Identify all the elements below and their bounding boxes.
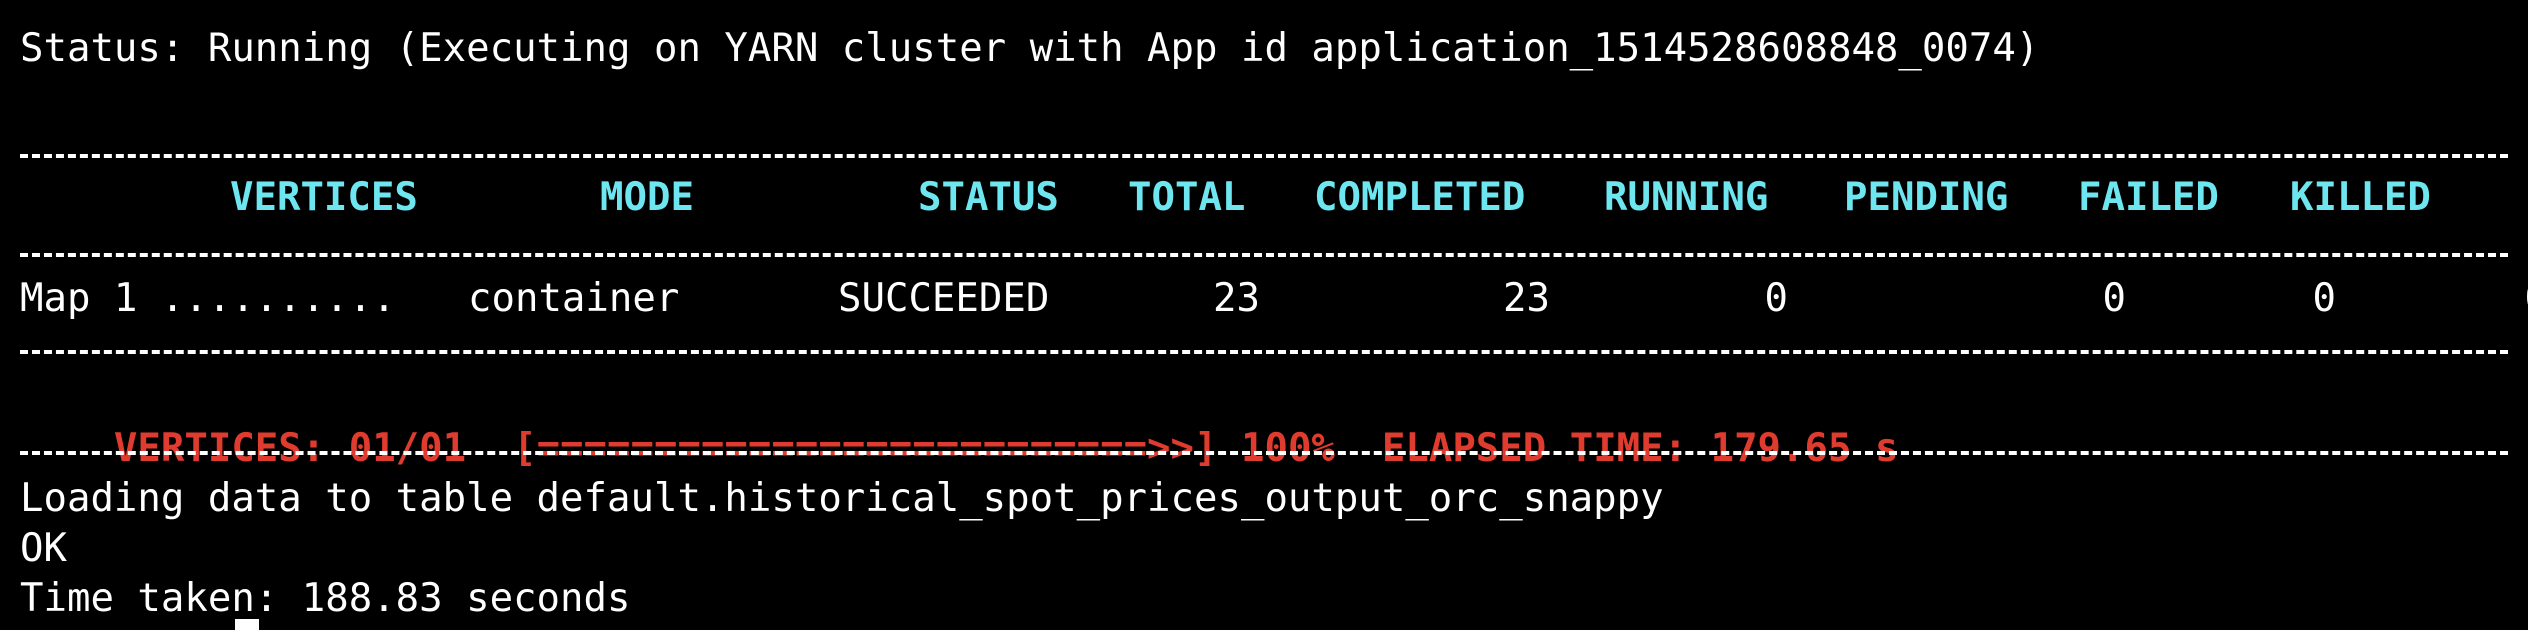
column-header-killed: KILLED <box>2290 175 2431 220</box>
column-header-total: TOTAL <box>1128 175 1246 220</box>
separator-data <box>20 350 2508 354</box>
progress-bar: [==========================>>] <box>513 426 1218 471</box>
output-line-loading: Loading data to table default.historical… <box>20 476 1664 521</box>
cell-running: 0 <box>1764 276 1788 321</box>
status-line: Status: Running (Executing on YARN clust… <box>20 26 2040 71</box>
column-header-vertices: VERTICES <box>230 175 418 220</box>
separator-header <box>20 253 2508 257</box>
cell-vertex: Map 1 .......... <box>20 276 396 321</box>
elapsed-time: ELAPSED TIME: 179.65 s <box>1381 426 1899 471</box>
table-header: VERTICES MODE STATUS TOTAL COMPLETED RUN… <box>0 173 2528 223</box>
cell-total: 23 <box>1213 276 1260 321</box>
separator-top <box>20 154 2508 158</box>
column-header-mode: MODE <box>600 175 694 220</box>
table-row: Map 1 .......... container SUCCEEDED 23 … <box>0 274 2528 324</box>
column-header-pending: PENDING <box>1844 175 2009 220</box>
cell-pending: 0 <box>2102 276 2126 321</box>
output-line-ok: OK <box>20 526 67 571</box>
output-line-time: Time taken: 188.83 seconds <box>20 576 631 621</box>
cell-completed: 23 <box>1503 276 1550 321</box>
cell-mode: container <box>468 276 680 321</box>
vertices-count: VERTICES: 01/01 <box>113 426 467 471</box>
cell-failed: 0 <box>2312 276 2336 321</box>
text-cursor <box>235 619 259 630</box>
column-header-running: RUNNING <box>1604 175 1769 220</box>
cell-status: SUCCEEDED <box>838 276 1050 321</box>
progress-percent: 100% <box>1240 426 1335 471</box>
column-header-failed: FAILED <box>2078 175 2219 220</box>
column-header-status: STATUS <box>918 175 1059 220</box>
column-header-completed: COMPLETED <box>1314 175 1526 220</box>
separator-bottom <box>20 451 2508 455</box>
cell-killed: 0 <box>2448 274 2528 324</box>
